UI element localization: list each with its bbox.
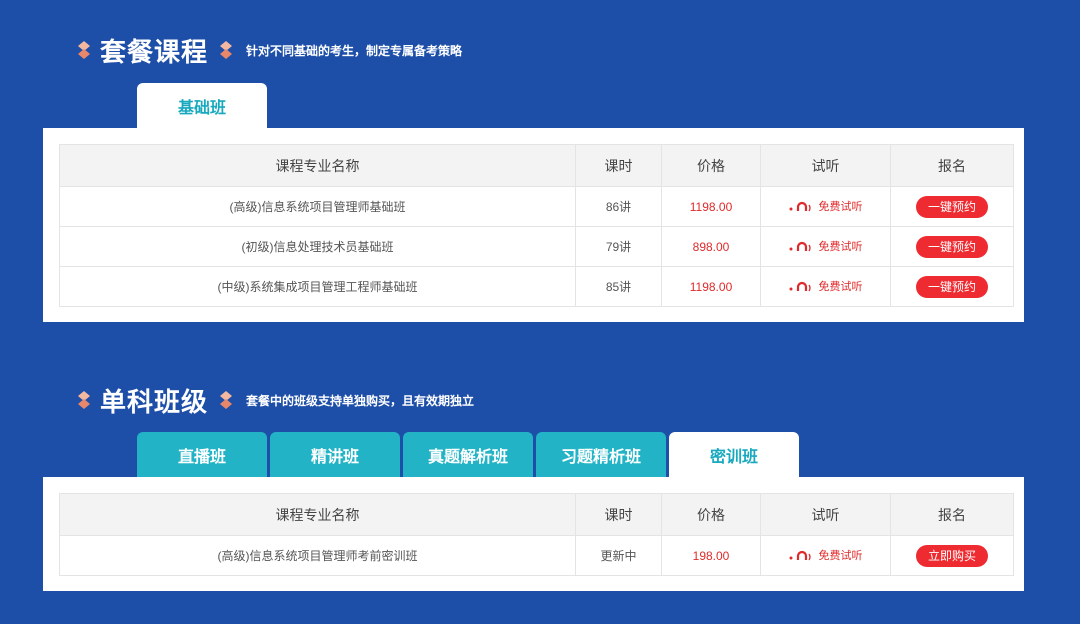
headphone-icon — [789, 241, 811, 252]
tab-exercise-analysis[interactable]: 习题精析班 — [536, 432, 666, 477]
course-name: (高级)信息系统项目管理师考前密训班 — [59, 535, 576, 576]
tab-live[interactable]: 直播班 — [137, 432, 267, 477]
section-header-package: 套餐课程 针对不同基础的考生，制定专属备考策略 — [76, 32, 462, 69]
table-header-row: 课程专业名称 课时 价格 试听 报名 — [59, 493, 1014, 536]
diamond-icon — [220, 40, 233, 59]
table-row: (高级)信息系统项目管理师基础班 86讲 1198.00 免费试听 一键预约 — [59, 186, 1014, 227]
tab-basic[interactable]: 基础班 — [137, 83, 267, 128]
col-hours-header: 课时 — [575, 493, 662, 536]
headphone-icon — [789, 201, 811, 212]
col-price-header: 价格 — [661, 493, 761, 536]
course-name: (初级)信息处理技术员基础班 — [59, 226, 576, 267]
course-name: (中级)系统集成项目管理工程师基础班 — [59, 266, 576, 307]
reserve-button[interactable]: 一键预约 — [916, 195, 988, 218]
course-hours: 86讲 — [575, 186, 662, 227]
free-trial-label: 免费试听 — [818, 241, 863, 253]
course-price: 1198.00 — [661, 266, 761, 307]
col-enroll-header: 报名 — [890, 493, 1014, 536]
course-price: 1198.00 — [661, 186, 761, 227]
col-price-header: 价格 — [661, 144, 761, 187]
reserve-button[interactable]: 一键预约 — [916, 235, 988, 258]
buy-now-button[interactable]: 立即购买 — [916, 544, 988, 567]
section-header-single: 单科班级 套餐中的班级支持单独购买，且有效期独立 — [76, 382, 474, 419]
course-table: 课程专业名称 课时 价格 试听 报名 (高级)信息系统项目管理师基础班 86讲 … — [59, 144, 1014, 307]
free-trial-label: 免费试听 — [818, 201, 863, 213]
free-trial-link[interactable]: 免费试听 — [789, 198, 863, 214]
section-title: 套餐课程 — [100, 37, 209, 67]
course-price: 898.00 — [661, 226, 761, 267]
col-enroll-header: 报名 — [890, 144, 1014, 187]
section-subtitle: 针对不同基础的考生，制定专属备考策略 — [246, 44, 463, 58]
col-name-header: 课程专业名称 — [59, 144, 576, 187]
tab-exam-analysis[interactable]: 真题解析班 — [403, 432, 533, 477]
free-trial-link[interactable]: 免费试听 — [789, 238, 863, 254]
course-hours: 85讲 — [575, 266, 662, 307]
course-panel: 课程专业名称 课时 价格 试听 报名 (高级)信息系统项目管理师考前密训班 更新… — [43, 477, 1024, 591]
reserve-button[interactable]: 一键预约 — [916, 275, 988, 298]
course-table: 课程专业名称 课时 价格 试听 报名 (高级)信息系统项目管理师考前密训班 更新… — [59, 493, 1014, 576]
free-trial-link[interactable]: 免费试听 — [789, 278, 863, 294]
table-row: (初级)信息处理技术员基础班 79讲 898.00 免费试听 一键预约 — [59, 226, 1014, 267]
free-trial-link[interactable]: 免费试听 — [789, 547, 863, 563]
course-panel: 课程专业名称 课时 价格 试听 报名 (高级)信息系统项目管理师基础班 86讲 … — [43, 128, 1024, 322]
table-row: (中级)系统集成项目管理工程师基础班 85讲 1198.00 免费试听 一键预约 — [59, 266, 1014, 307]
free-trial-label: 免费试听 — [818, 281, 863, 293]
col-listen-header: 试听 — [760, 493, 891, 536]
headphone-icon — [789, 550, 811, 561]
course-name: (高级)信息系统项目管理师基础班 — [59, 186, 576, 227]
diamond-icon — [78, 390, 90, 409]
col-hours-header: 课时 — [575, 144, 662, 187]
course-hours: 79讲 — [575, 226, 662, 267]
col-name-header: 课程专业名称 — [59, 493, 576, 536]
table-header-row: 课程专业名称 课时 价格 试听 报名 — [59, 144, 1014, 187]
free-trial-label: 免费试听 — [818, 550, 863, 562]
course-price: 198.00 — [661, 535, 761, 576]
headphone-icon — [789, 281, 811, 292]
col-listen-header: 试听 — [760, 144, 891, 187]
section-subtitle: 套餐中的班级支持单独购买，且有效期独立 — [246, 394, 475, 408]
tab-intensive[interactable]: 精讲班 — [270, 432, 400, 477]
tab-secret-training[interactable]: 密训班 — [669, 432, 799, 477]
course-hours: 更新中 — [575, 535, 662, 576]
tab-bar: 基础班 — [137, 83, 267, 128]
diamond-icon — [78, 40, 90, 59]
diamond-icon — [220, 390, 233, 409]
table-row: (高级)信息系统项目管理师考前密训班 更新中 198.00 免费试听 立即购买 — [59, 535, 1014, 576]
tab-bar: 直播班 精讲班 真题解析班 习题精析班 密训班 — [137, 432, 799, 477]
section-title: 单科班级 — [100, 387, 209, 417]
